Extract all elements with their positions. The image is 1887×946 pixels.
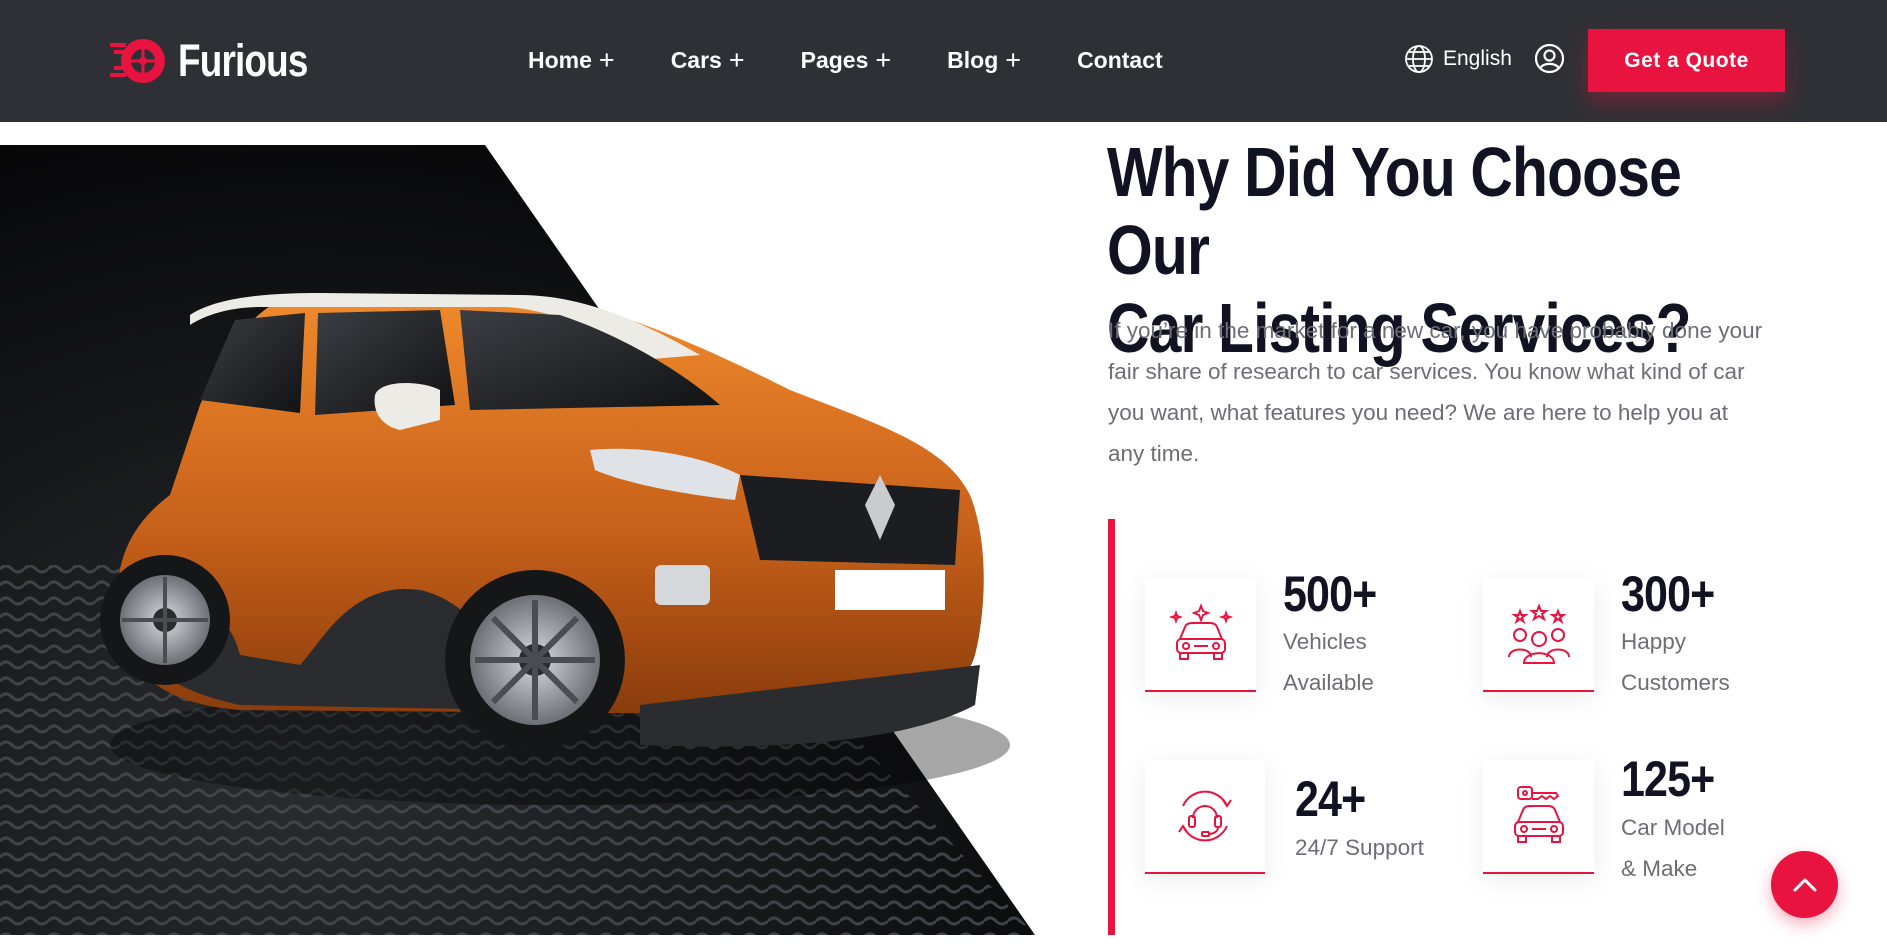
get-quote-button[interactable]: Get a Quote: [1588, 29, 1785, 92]
stat-customers-value: 300+: [1621, 566, 1715, 622]
language-selector[interactable]: English: [1404, 44, 1512, 74]
stat-vehicles-value: 500+: [1283, 566, 1377, 622]
nav-cars[interactable]: Cars +: [670, 44, 745, 75]
hero-car-image: [0, 145, 1075, 935]
stat-support-label: 24/7 Support: [1295, 835, 1424, 860]
user-circle-icon: [1534, 43, 1565, 74]
scroll-to-top-button[interactable]: [1771, 851, 1838, 918]
stat-models-value: 125+: [1621, 751, 1715, 807]
car-sparkle-icon: [1168, 603, 1233, 660]
nav-blog[interactable]: Blog +: [947, 44, 1022, 75]
nav-pages[interactable]: Pages +: [800, 44, 892, 75]
wheel-logo-icon: [110, 39, 165, 83]
stat-customers-label: Happy Customers: [1621, 629, 1730, 695]
accent-bar: [1108, 519, 1115, 935]
logo[interactable]: Furious: [110, 34, 336, 88]
stat-support-value: 24+: [1295, 771, 1366, 827]
stat-models-icon-box: [1483, 760, 1594, 874]
site-header: Furious Home + Cars + Pages + Blog + Con…: [0, 0, 1887, 122]
chevron-up-icon: [1793, 878, 1816, 891]
user-account-button[interactable]: [1534, 43, 1565, 79]
nav-blog-plus-icon: +: [1005, 44, 1022, 75]
car-illustration: [0, 145, 1035, 935]
language-label: English: [1443, 47, 1512, 70]
nav-contact-label: Contact: [1077, 46, 1163, 73]
nav-blog-label: Blog: [947, 46, 999, 73]
stat-customers-icon-box: [1483, 578, 1594, 692]
main-nav: Home + Cars + Pages + Blog + Contact: [528, 40, 1163, 80]
customers-stars-icon: [1507, 603, 1570, 664]
nav-contact[interactable]: Contact: [1077, 47, 1163, 74]
stat-support-icon-box: [1145, 760, 1265, 874]
headset-support-icon: [1178, 790, 1232, 842]
nav-pages-plus-icon: +: [875, 44, 892, 75]
nav-pages-label: Pages: [800, 46, 869, 73]
section-title-line1: Why Did You Choose Our: [1107, 133, 1682, 289]
stat-vehicles-icon-box: [1145, 578, 1256, 692]
stat-models-label: Car Model & Make: [1621, 815, 1725, 881]
stat-vehicles-label: Vehicles Available: [1283, 629, 1374, 695]
logo-text: Furious: [178, 35, 308, 86]
nav-cars-label: Cars: [670, 46, 722, 73]
nav-home-plus-icon: +: [598, 44, 615, 75]
nav-home[interactable]: Home +: [528, 44, 615, 75]
nav-home-label: Home: [528, 46, 592, 73]
car-key-icon: [1513, 786, 1564, 843]
globe-icon: [1405, 45, 1433, 73]
nav-cars-plus-icon: +: [728, 44, 745, 75]
section-description: If you’re in the market for a new car, y…: [1108, 318, 1763, 466]
